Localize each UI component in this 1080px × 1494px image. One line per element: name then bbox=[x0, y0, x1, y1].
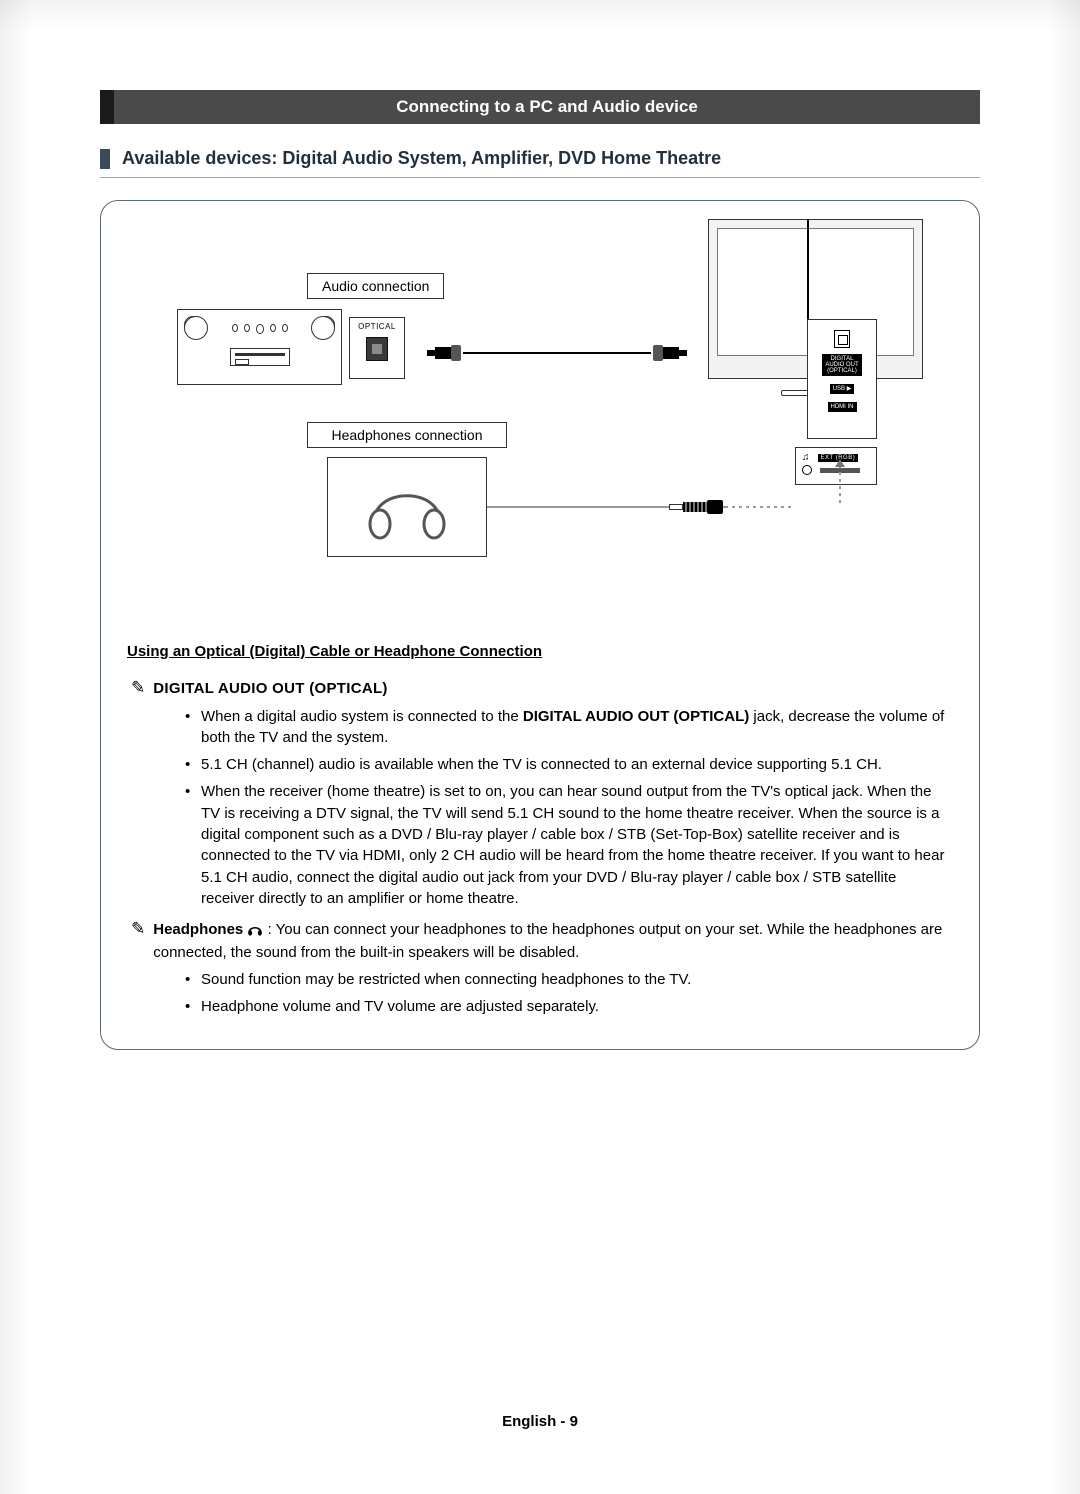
rear-hdmi-label: HDMI IN bbox=[828, 402, 857, 412]
rear-usb-label: USB ▶ bbox=[830, 384, 855, 394]
headphones-icon bbox=[362, 472, 452, 542]
note-icon: ✎ bbox=[131, 679, 145, 699]
dotted-link-icon bbox=[839, 465, 841, 503]
headphones-bullets: Sound function may be restricted when co… bbox=[127, 969, 953, 1018]
sub-heading: Available devices: Digital Audio System,… bbox=[122, 148, 721, 169]
optical-port-icon: OPTICAL bbox=[349, 317, 405, 379]
section-title: Connecting to a PC and Audio device bbox=[396, 97, 698, 117]
bullet-item: Headphone volume and TV volume are adjus… bbox=[185, 996, 953, 1017]
headphone-cable-icon bbox=[487, 501, 795, 513]
headphones-box bbox=[327, 457, 487, 557]
page-footer: English - 9 bbox=[0, 1413, 1080, 1430]
label-headphones-connection: Headphones connection bbox=[307, 422, 507, 448]
connection-diagram: Audio connection Headphones connection O… bbox=[127, 225, 953, 615]
tv-wire-icon bbox=[807, 219, 809, 319]
note-digital-audio: ✎ DIGITAL AUDIO OUT (OPTICAL) bbox=[131, 678, 953, 699]
digital-audio-note-label: DIGITAL AUDIO OUT (OPTICAL) bbox=[153, 678, 387, 699]
body-text: Using an Optical (Digital) Cable or Head… bbox=[127, 641, 953, 1017]
note-headphones: ✎ Headphones : You can connect your head… bbox=[131, 919, 953, 963]
note-icon: ✎ bbox=[131, 920, 145, 963]
rear-digital-audio-label: DIGITAL AUDIO OUT (OPTICAL) bbox=[822, 354, 861, 376]
section-title-bar: Connecting to a PC and Audio device bbox=[100, 90, 980, 124]
arrow-up-icon bbox=[835, 459, 845, 467]
optical-cable-icon bbox=[427, 345, 687, 361]
bullet-item: 5.1 CH (channel) audio is available when… bbox=[185, 754, 953, 775]
manual-page: Connecting to a PC and Audio device Avai… bbox=[0, 0, 1080, 1494]
accent-block bbox=[100, 149, 110, 169]
digital-bullets: When a digital audio system is connected… bbox=[127, 706, 953, 910]
bullet-item: Sound function may be restricted when co… bbox=[185, 969, 953, 990]
optical-port-label: OPTICAL bbox=[358, 322, 396, 331]
bullet-item: When the receiver (home theatre) is set … bbox=[185, 781, 953, 909]
sub-heading-row: Available devices: Digital Audio System,… bbox=[100, 148, 980, 178]
tv-rear-panel-icon: DIGITAL AUDIO OUT (OPTICAL) USB ▶ HDMI I… bbox=[807, 319, 877, 439]
headphones-note-label: Headphones bbox=[153, 921, 243, 938]
bullet-item: When a digital audio system is connected… bbox=[185, 706, 953, 749]
content-panel: Audio connection Headphones connection O… bbox=[100, 200, 980, 1050]
headphones-inline-icon bbox=[247, 922, 267, 939]
headphone-jack-icon: ♫ bbox=[802, 452, 810, 463]
label-audio-connection: Audio connection bbox=[307, 273, 444, 299]
using-heading: Using an Optical (Digital) Cable or Head… bbox=[127, 641, 542, 662]
headphones-note-text: : You can connect your headphones to the… bbox=[153, 921, 942, 960]
audio-device-icon bbox=[177, 309, 342, 385]
